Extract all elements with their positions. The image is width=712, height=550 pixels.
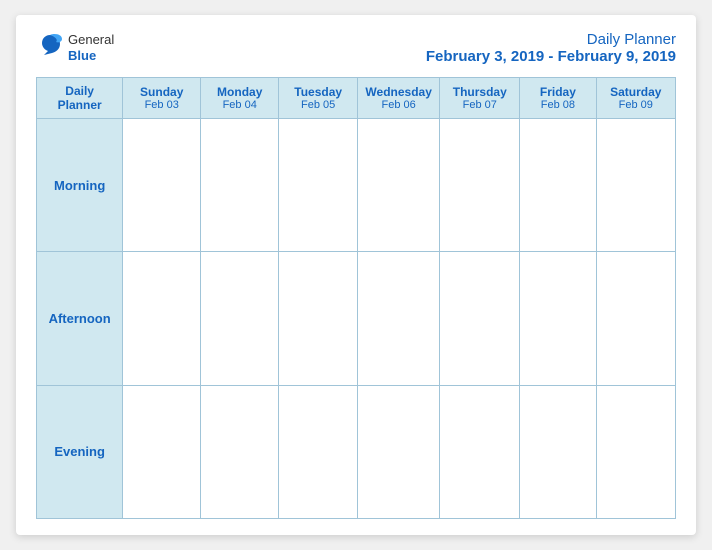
logo-text: General Blue (68, 32, 114, 63)
morning-label: Morning (37, 119, 123, 252)
calendar-table: Daily Planner Sunday Feb 03 Monday Feb 0… (36, 77, 676, 519)
morning-row: Morning (37, 119, 676, 252)
corner-line2: Planner (41, 98, 118, 112)
morning-sunday-cell[interactable] (123, 119, 201, 252)
morning-wednesday-cell[interactable] (357, 119, 439, 252)
monday-date: Feb 04 (205, 99, 274, 111)
friday-name: Friday (524, 85, 591, 99)
evening-label: Evening (37, 385, 123, 518)
col-header-friday: Friday Feb 08 (520, 78, 596, 119)
col-header-wednesday: Wednesday Feb 06 (357, 78, 439, 119)
saturday-date: Feb 09 (601, 99, 671, 111)
morning-monday-cell[interactable] (201, 119, 279, 252)
morning-tuesday-cell[interactable] (279, 119, 358, 252)
afternoon-thursday-cell[interactable] (440, 252, 520, 385)
sunday-date: Feb 03 (127, 99, 196, 111)
page-header: General Blue Daily Planner February 3, 2… (36, 31, 676, 65)
morning-saturday-cell[interactable] (596, 119, 675, 252)
afternoon-saturday-cell[interactable] (596, 252, 675, 385)
wednesday-name: Wednesday (362, 85, 435, 99)
afternoon-label: Afternoon (37, 252, 123, 385)
afternoon-row: Afternoon (37, 252, 676, 385)
evening-thursday-cell[interactable] (440, 385, 520, 518)
evening-friday-cell[interactable] (520, 385, 596, 518)
morning-friday-cell[interactable] (520, 119, 596, 252)
logo: General Blue (36, 31, 114, 64)
friday-date: Feb 08 (524, 99, 591, 111)
col-header-saturday: Saturday Feb 09 (596, 78, 675, 119)
afternoon-wednesday-cell[interactable] (357, 252, 439, 385)
afternoon-tuesday-cell[interactable] (279, 252, 358, 385)
afternoon-friday-cell[interactable] (520, 252, 596, 385)
monday-name: Monday (205, 85, 274, 99)
morning-thursday-cell[interactable] (440, 119, 520, 252)
evening-wednesday-cell[interactable] (357, 385, 439, 518)
planner-title: Daily Planner (426, 31, 676, 48)
corner-line1: Daily (41, 84, 118, 98)
title-block: Daily Planner February 3, 2019 - Februar… (426, 31, 676, 65)
col-header-sunday: Sunday Feb 03 (123, 78, 201, 119)
saturday-name: Saturday (601, 85, 671, 99)
col-header-monday: Monday Feb 04 (201, 78, 279, 119)
tuesday-date: Feb 05 (283, 99, 353, 111)
logo-general: General (68, 32, 114, 47)
col-header-tuesday: Tuesday Feb 05 (279, 78, 358, 119)
tuesday-name: Tuesday (283, 85, 353, 99)
thursday-name: Thursday (444, 85, 515, 99)
wednesday-date: Feb 06 (362, 99, 435, 111)
evening-tuesday-cell[interactable] (279, 385, 358, 518)
evening-saturday-cell[interactable] (596, 385, 675, 518)
afternoon-monday-cell[interactable] (201, 252, 279, 385)
evening-monday-cell[interactable] (201, 385, 279, 518)
sunday-name: Sunday (127, 85, 196, 99)
corner-header: Daily Planner (37, 78, 123, 119)
bird-icon (36, 31, 64, 59)
header-row: Daily Planner Sunday Feb 03 Monday Feb 0… (37, 78, 676, 119)
planner-date-range: February 3, 2019 - February 9, 2019 (426, 48, 676, 65)
planner-page: General Blue Daily Planner February 3, 2… (16, 15, 696, 535)
col-header-thursday: Thursday Feb 07 (440, 78, 520, 119)
logo-blue: Blue (68, 48, 96, 63)
afternoon-sunday-cell[interactable] (123, 252, 201, 385)
evening-sunday-cell[interactable] (123, 385, 201, 518)
evening-row: Evening (37, 385, 676, 518)
thursday-date: Feb 07 (444, 99, 515, 111)
